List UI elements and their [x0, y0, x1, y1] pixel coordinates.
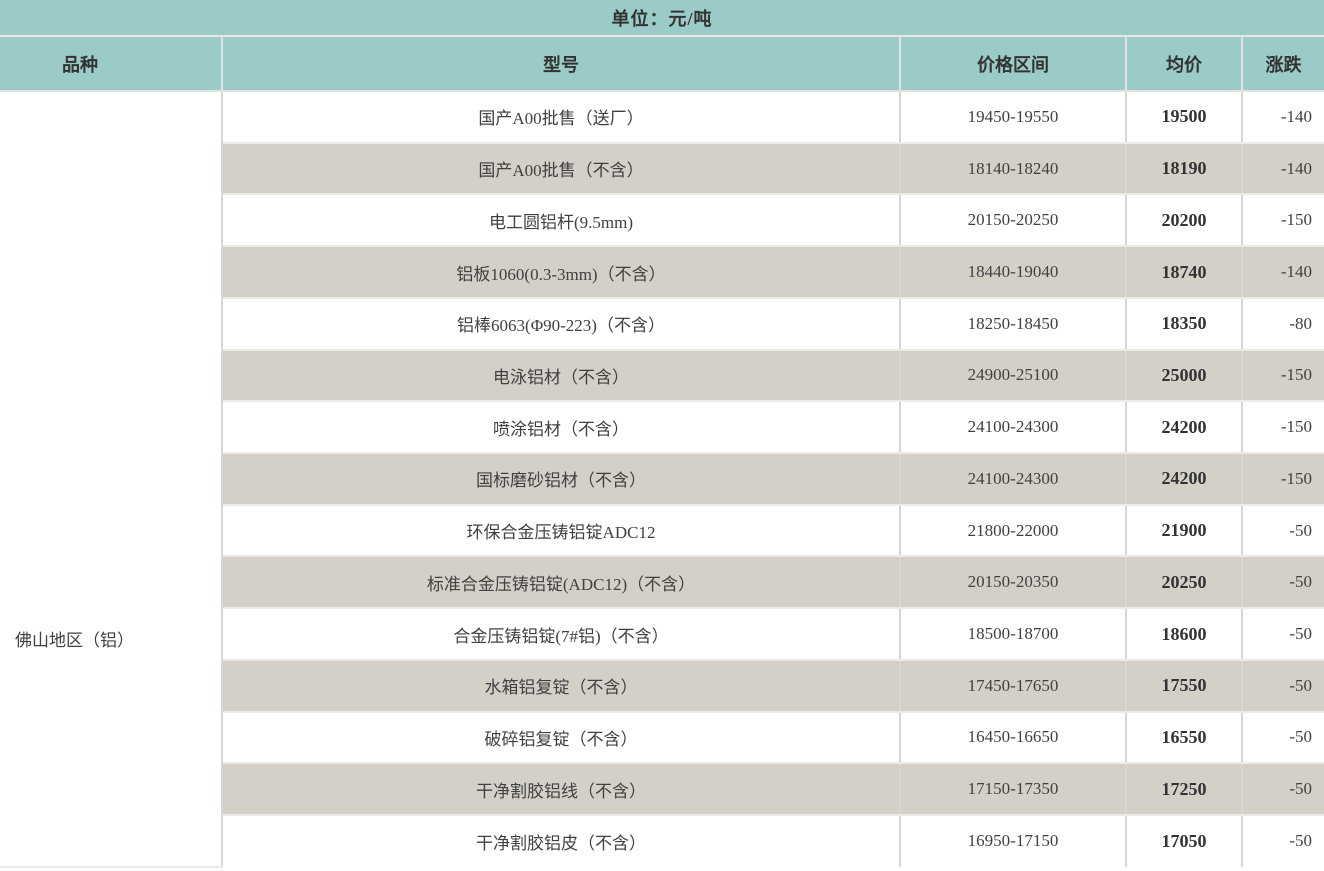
price-range-cell: 20150-20350	[899, 555, 1127, 610]
price-range-cell: 16450-16650	[899, 710, 1127, 765]
col-header-price-range: 价格区间	[899, 37, 1127, 92]
model-cell: 喷涂铝材（不含）	[221, 400, 901, 455]
price-range-cell: 18500-18700	[899, 607, 1127, 661]
change-cell: -50	[1241, 503, 1324, 558]
model-cell: 合金压铸铝锭(7#铝)（不含）	[221, 607, 901, 661]
price-table: 品种 型号 价格区间 均价 涨跌 佛山地区（铝） 国产A00批售（送厂） 194…	[0, 37, 1324, 868]
unit-bar: 单位：元/吨	[0, 0, 1324, 37]
model-cell: 国产A00批售（送厂）	[221, 90, 901, 144]
model-cell: 干净割胶铝线（不含）	[221, 762, 901, 817]
change-cell: -140	[1241, 245, 1324, 299]
unit-label: 单位：元/吨	[611, 8, 713, 29]
model-cell: 铝板1060(0.3-3mm)（不含）	[221, 245, 901, 299]
avg-price-cell: 17050	[1125, 814, 1243, 867]
model-cell: 破碎铝复锭（不含）	[221, 710, 901, 765]
price-range-cell: 17150-17350	[899, 762, 1127, 817]
change-cell: -150	[1241, 193, 1324, 248]
avg-price-cell: 19500	[1125, 90, 1243, 144]
price-range-cell: 24100-24300	[899, 452, 1127, 506]
model-cell: 国产A00批售（不含）	[221, 141, 901, 196]
price-range-cell: 21800-22000	[899, 503, 1127, 558]
avg-price-cell: 25000	[1125, 348, 1243, 403]
avg-price-cell: 16550	[1125, 710, 1243, 765]
price-range-cell: 18440-19040	[899, 245, 1127, 299]
avg-price-cell: 18350	[1125, 296, 1243, 351]
price-range-cell: 24100-24300	[899, 400, 1127, 455]
model-cell: 标准合金压铸铝锭(ADC12)（不含）	[221, 555, 901, 610]
table-row: 佛山地区（铝） 国产A00批售（送厂） 19450-19550 19500 -1…	[0, 90, 1324, 868]
avg-price-cell: 24200	[1125, 400, 1243, 455]
model-cell: 水箱铝复锭（不含）	[221, 658, 901, 713]
model-cell: 电工圆铝杆(9.5mm)	[221, 193, 901, 248]
change-cell: -150	[1241, 452, 1324, 506]
change-cell: -140	[1241, 90, 1324, 144]
change-cell: -50	[1241, 710, 1324, 765]
avg-price-cell: 20250	[1125, 555, 1243, 610]
change-cell: -50	[1241, 762, 1324, 817]
change-cell: -140	[1241, 141, 1324, 196]
model-cell: 环保合金压铸铝锭ADC12	[221, 503, 901, 558]
avg-price-cell: 17250	[1125, 762, 1243, 817]
price-range-cell: 24900-25100	[899, 348, 1127, 403]
avg-price-cell: 18600	[1125, 607, 1243, 661]
change-cell: -50	[1241, 555, 1324, 610]
change-cell: -50	[1241, 658, 1324, 713]
change-cell: -50	[1241, 607, 1324, 661]
model-cell: 国标磨砂铝材（不含）	[221, 452, 901, 506]
header-row: 品种 型号 价格区间 均价 涨跌	[0, 37, 1324, 92]
avg-price-cell: 21900	[1125, 503, 1243, 558]
model-cell: 电泳铝材（不含）	[221, 348, 901, 403]
model-cell: 铝棒6063(Φ90-223)（不含）	[221, 296, 901, 351]
change-cell: -50	[1241, 814, 1324, 867]
price-range-cell: 19450-19550	[899, 90, 1127, 144]
model-cell: 干净割胶铝皮（不含）	[221, 814, 901, 867]
price-range-cell: 16950-17150	[899, 814, 1127, 867]
change-cell: -150	[1241, 400, 1324, 455]
price-range-cell: 18250-18450	[899, 296, 1127, 351]
avg-price-cell: 17550	[1125, 658, 1243, 713]
region-cell: 佛山地区（铝）	[0, 90, 223, 868]
avg-price-cell: 18740	[1125, 245, 1243, 299]
avg-price-cell: 20200	[1125, 193, 1243, 248]
avg-price-cell: 24200	[1125, 452, 1243, 506]
col-header-avg-price: 均价	[1125, 37, 1243, 92]
price-range-cell: 17450-17650	[899, 658, 1127, 713]
change-cell: -80	[1241, 296, 1324, 351]
col-header-variety: 品种	[0, 37, 223, 92]
avg-price-cell: 18190	[1125, 141, 1243, 196]
col-header-model: 型号	[221, 37, 901, 92]
col-header-change: 涨跌	[1241, 37, 1324, 92]
price-range-cell: 20150-20250	[899, 193, 1127, 248]
change-cell: -150	[1241, 348, 1324, 403]
price-range-cell: 18140-18240	[899, 141, 1127, 196]
